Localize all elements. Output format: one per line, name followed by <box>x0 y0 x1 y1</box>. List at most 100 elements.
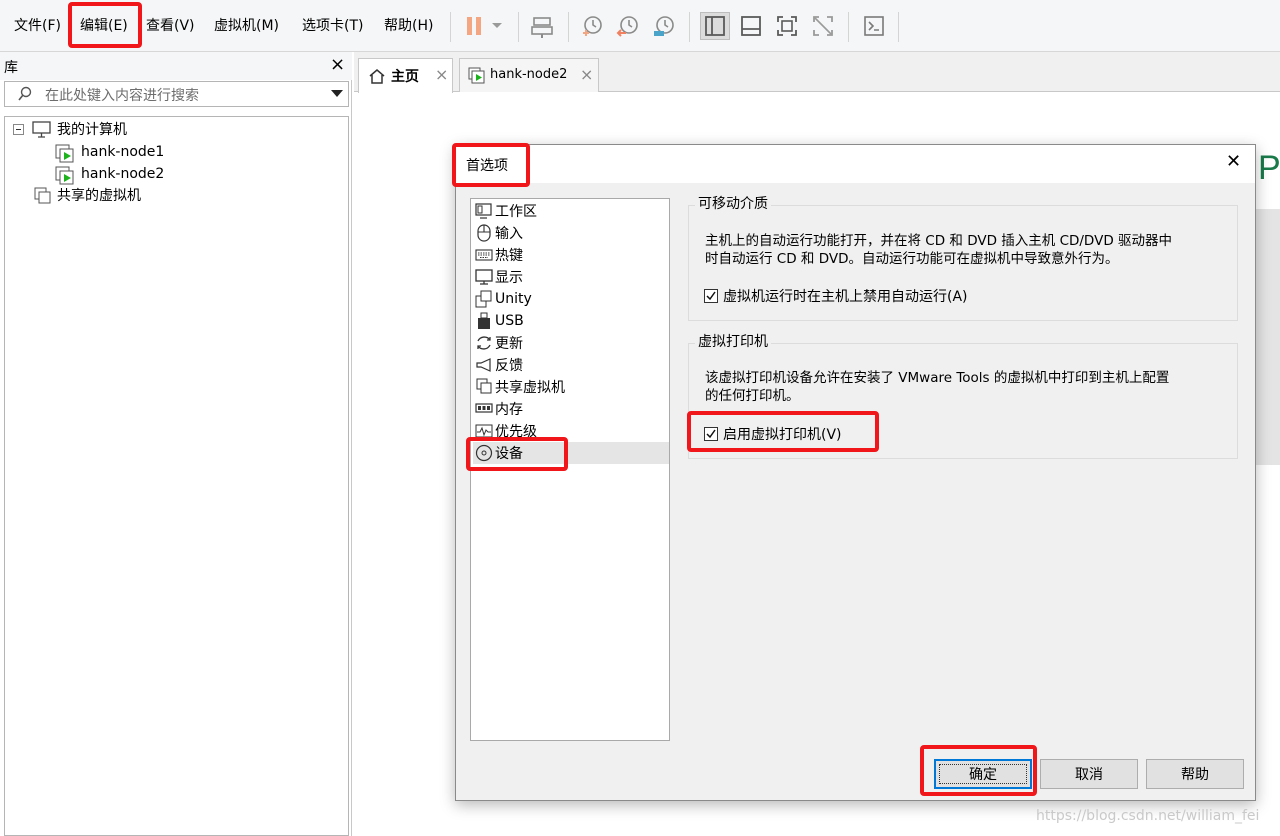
refresh-icon <box>477 336 491 350</box>
show-library-icon[interactable] <box>700 12 730 40</box>
tree-my-computer[interactable]: 我的计算机 <box>57 120 127 140</box>
category-label: 更新 <box>495 336 523 352</box>
category-label: 输入 <box>495 226 523 242</box>
removable-media-desc-line2: 时自动运行 CD 和 DVD。自动运行功能可在虚拟机中导致意外行为。 <box>705 251 1119 267</box>
toolbar-separator <box>518 12 519 42</box>
virtual-printer-desc-line1: 该虚拟打印机设备允许在安装了 VMware Tools 的虚拟机中打印到主机上配… <box>705 370 1170 386</box>
virtual-printer-desc-line2: 的任何打印机。 <box>705 388 800 404</box>
tree-vm-hank-node2[interactable]: hank-node2 <box>81 164 164 184</box>
annotation-highlight-edit-menu <box>68 2 142 48</box>
dialog-titlebar: 首选项 ✕ <box>456 145 1255 183</box>
category-updates[interactable]: 更新 <box>473 332 669 354</box>
tab-home-label: 主页 <box>391 69 419 85</box>
toolbar-separator <box>898 12 899 42</box>
menubar: 文件(F) 编辑(E) 查看(V) 虚拟机(M) 选项卡(T) 帮助(H) <box>0 0 1280 52</box>
collapse-icon[interactable] <box>13 124 24 135</box>
category-input[interactable]: 输入 <box>473 222 669 244</box>
home-title-fragment: P <box>1258 149 1280 187</box>
library-header: 库 × <box>0 52 352 80</box>
usb-icon <box>478 312 490 329</box>
menu-vm[interactable]: 虚拟机(M) <box>214 16 279 36</box>
home-icon <box>369 69 385 84</box>
full-screen-icon[interactable] <box>772 12 802 40</box>
console-icon[interactable] <box>859 12 889 40</box>
menu-view[interactable]: 查看(V) <box>146 16 195 36</box>
category-label: 显示 <box>495 270 523 286</box>
tab-close-icon[interactable]: × <box>580 65 593 84</box>
vm-running-icon <box>55 166 74 185</box>
tree-shared-vms[interactable]: 共享的虚拟机 <box>57 186 141 206</box>
annotation-highlight-ok-button <box>920 745 1037 796</box>
snapshot-manager-icon[interactable] <box>651 12 677 40</box>
shared-vm-icon <box>476 378 492 394</box>
category-label: USB <box>495 313 524 329</box>
toolbar-separator <box>848 12 849 42</box>
annotation-highlight-printer-checkbox <box>687 411 879 452</box>
checkbox-checked-icon <box>704 289 718 303</box>
tab-hank-node2-label: hank-node2 <box>490 67 568 82</box>
category-usb[interactable]: USB <box>473 310 669 332</box>
category-display[interactable]: 显示 <box>473 266 669 288</box>
cancel-button[interactable]: 取消 <box>1040 759 1138 789</box>
toolbar-separator <box>689 12 690 42</box>
search-placeholder: 在此处键入内容进行搜索 <box>45 88 199 104</box>
category-label: 反馈 <box>495 358 523 374</box>
toolbar-separator <box>568 12 569 42</box>
virtual-printer-title: 虚拟打印机 <box>695 333 771 351</box>
unity-icon <box>475 290 492 308</box>
keyboard-icon <box>475 249 493 261</box>
disable-autorun-checkbox[interactable]: 虚拟机运行时在主机上禁用自动运行(A) <box>704 286 968 306</box>
revert-snapshot-icon[interactable] <box>615 12 641 40</box>
unity-icon[interactable] <box>808 12 838 40</box>
disable-autorun-label: 虚拟机运行时在主机上禁用自动运行(A) <box>723 289 968 305</box>
pause-icon[interactable] <box>461 12 487 40</box>
category-shared-vms[interactable]: 共享虚拟机 <box>473 376 669 398</box>
vm-running-icon <box>55 144 74 163</box>
category-label: 热键 <box>495 248 523 264</box>
tab-close-icon[interactable]: × <box>435 65 448 84</box>
memory-icon <box>475 403 493 413</box>
preferences-dialog: 首选项 ✕ 工作区 输入 热键 显示 Unity USB 更新 反馈 共享虚拟机… <box>455 144 1256 801</box>
snapshot-icon[interactable] <box>579 12 605 40</box>
vm-running-icon <box>468 67 485 84</box>
computer-icon <box>32 121 51 138</box>
menu-file[interactable]: 文件(F) <box>14 16 61 36</box>
annotation-highlight-dialog-title <box>452 143 530 187</box>
category-label: 内存 <box>495 402 523 418</box>
category-hotkeys[interactable]: 热键 <box>473 244 669 266</box>
category-label: 共享虚拟机 <box>495 380 565 396</box>
dropdown-arrow-icon[interactable] <box>487 12 507 40</box>
category-unity[interactable]: Unity <box>473 288 669 310</box>
help-button[interactable]: 帮助 <box>1146 759 1244 789</box>
mouse-icon <box>477 224 491 242</box>
send-ctrl-alt-del-icon[interactable] <box>529 12 555 40</box>
category-label: 工作区 <box>495 204 537 220</box>
thumbnail-bar-icon[interactable] <box>736 12 766 40</box>
shared-vm-icon <box>34 187 51 204</box>
library-tree: 我的计算机 hank-node1 hank-node2 共享的虚拟机 <box>4 116 349 836</box>
removable-media-desc-line1: 主机上的自动运行功能打开，并在将 CD 和 DVD 插入主机 CD/DVD 驱动… <box>705 233 1173 249</box>
tab-hank-node2[interactable]: hank-node2 × <box>459 58 599 92</box>
cancel-button-label: 取消 <box>1075 767 1103 783</box>
dialog-close-icon[interactable]: ✕ <box>1226 151 1241 172</box>
menu-help[interactable]: 帮助(H) <box>384 16 433 36</box>
category-workspace[interactable]: 工作区 <box>473 200 669 222</box>
menu-tabs[interactable]: 选项卡(T) <box>302 16 363 36</box>
library-search-input[interactable]: 在此处键入内容进行搜索 <box>4 81 349 107</box>
tab-home[interactable]: 主页 × <box>358 58 453 93</box>
library-close-icon[interactable]: × <box>330 54 345 75</box>
library-panel: 库 × 在此处键入内容进行搜索 我的计算机 hank-node1 hank-no… <box>0 52 352 836</box>
category-label: Unity <box>495 291 532 307</box>
toolbar-separator <box>450 12 451 42</box>
category-memory[interactable]: 内存 <box>473 398 669 420</box>
annotation-highlight-devices <box>466 437 568 471</box>
tree-vm-hank-node1[interactable]: hank-node1 <box>81 142 164 162</box>
search-dropdown-icon[interactable] <box>331 90 343 98</box>
category-feedback[interactable]: 反馈 <box>473 354 669 376</box>
monitor-icon <box>475 268 493 285</box>
priority-icon <box>475 424 493 438</box>
search-icon <box>18 86 32 101</box>
tab-strip: 主页 × hank-node2 × <box>354 52 1280 93</box>
workspace-icon <box>475 203 492 219</box>
megaphone-icon <box>476 358 491 372</box>
